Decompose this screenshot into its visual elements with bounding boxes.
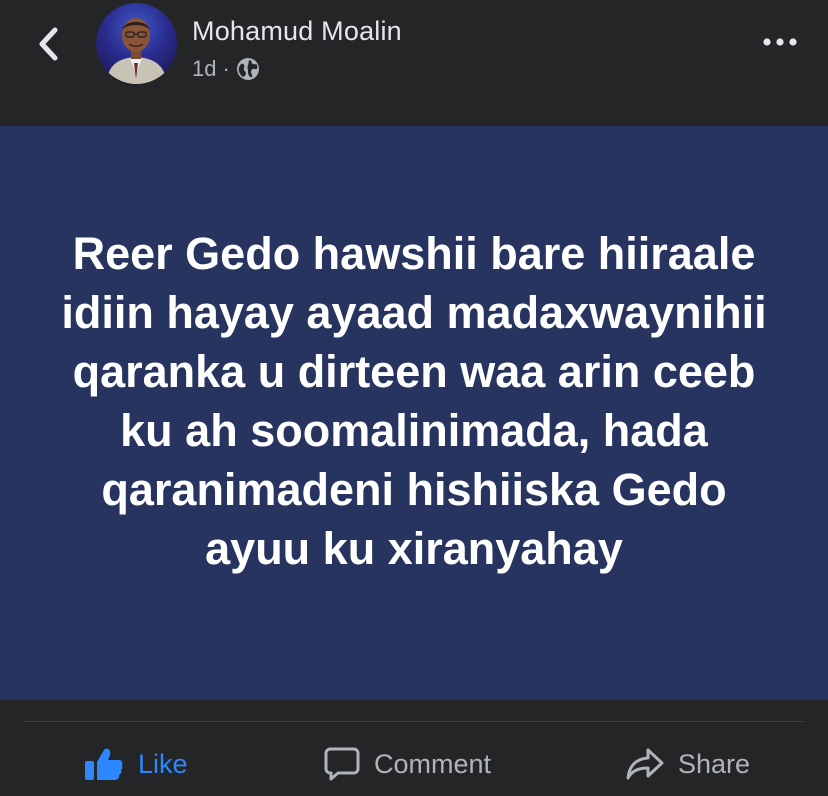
- back-button[interactable]: [30, 24, 66, 64]
- thumbs-up-icon: [85, 748, 123, 780]
- profile-photo: [106, 18, 167, 84]
- chevron-left-icon: [39, 27, 58, 61]
- meta-separator: ·: [222, 56, 230, 81]
- more-options-button[interactable]: [760, 30, 800, 54]
- post-background-card: Reer Gedo hawshii bare hiiraale idiin ha…: [0, 126, 828, 700]
- share-button[interactable]: Share: [626, 736, 750, 792]
- comment-label: Comment: [374, 748, 492, 779]
- post-text: Reer Gedo hawshii bare hiiraale idiin ha…: [61, 228, 767, 574]
- post-timestamp[interactable]: 1d: [192, 56, 216, 82]
- comment-button[interactable]: Comment: [324, 736, 491, 792]
- like-button[interactable]: Like: [84, 736, 188, 792]
- more-horizontal-icon: [763, 38, 797, 46]
- divider: [24, 721, 804, 722]
- author-name[interactable]: Mohamud Moalin: [192, 16, 402, 47]
- action-bar: Like Comment Share: [0, 736, 828, 796]
- comment-icon: [324, 747, 360, 781]
- like-label: Like: [138, 748, 188, 779]
- post-header: Mohamud Moalin 1d ·: [0, 0, 828, 126]
- share-label: Share: [678, 748, 751, 779]
- share-icon: [626, 748, 664, 780]
- avatar[interactable]: [96, 3, 177, 84]
- post-meta: 1d ·: [192, 56, 260, 82]
- globe-icon: [236, 58, 259, 80]
